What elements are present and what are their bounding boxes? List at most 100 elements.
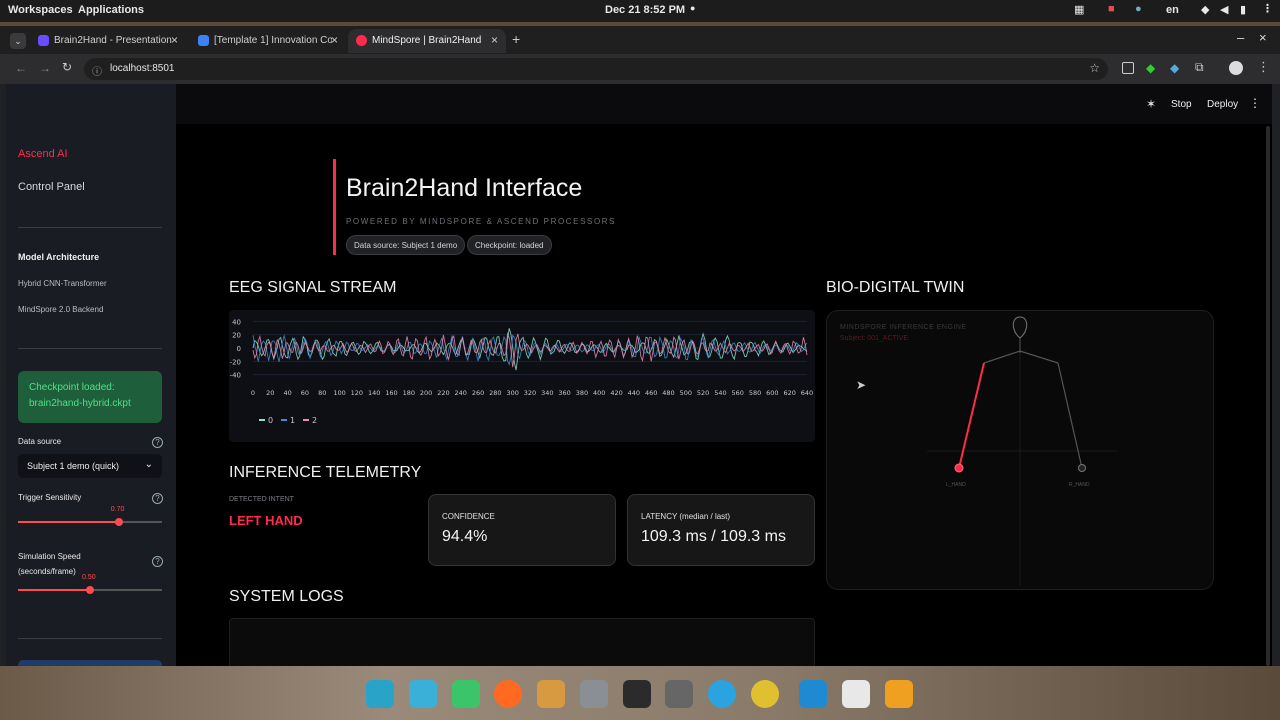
legend-label: 0 xyxy=(268,416,273,425)
close-icon[interactable]: × xyxy=(491,33,498,47)
eeg-line-chart[interactable]: 40200-20-400 20 40 60 80 100 120 140 160 180 200 22… xyxy=(229,310,815,442)
telegram-icon[interactable] xyxy=(708,680,736,708)
eeg-series-line xyxy=(252,331,808,368)
app-menu-icon[interactable]: ⋮ xyxy=(1249,96,1261,110)
x-tick-label: 620 xyxy=(783,389,795,397)
forward-icon[interactable]: → xyxy=(39,61,51,75)
wifi-icon[interactable]: ◆ xyxy=(1201,3,1209,16)
app-grid-icon[interactable] xyxy=(452,680,480,708)
document-viewer-icon[interactable] xyxy=(842,680,870,708)
right-hand-label: R_HAND xyxy=(1069,482,1090,488)
latency-value: 109.3 ms / 109.3 ms xyxy=(641,528,786,545)
page-subtitle: POWERED BY MINDSPORE & ASCEND PROCESSORS xyxy=(346,217,617,226)
eeg-chart-panel: 40 20 0 -20 -40 0 20 40 60 80 100 120 140 160 180 200 22… xyxy=(229,310,815,442)
x-tick-label: 440 xyxy=(628,389,640,397)
terminal-icon[interactable] xyxy=(623,680,651,708)
help-icon[interactable]: ? xyxy=(152,493,163,504)
x-tick-label: 600 xyxy=(766,389,778,397)
extensions-puzzle-icon[interactable]: ⧉ xyxy=(1195,60,1204,75)
twin-section-title: BIO-DIGITAL TWIN xyxy=(826,279,965,296)
x-tick-label: 420 xyxy=(610,389,622,397)
url-input[interactable]: ⓘ localhost:8501 ☆ xyxy=(84,58,1108,80)
x-tick-label: 560 xyxy=(732,389,744,397)
help-icon[interactable]: ? xyxy=(152,556,163,567)
logs-section-title: SYSTEM LOGS xyxy=(229,588,344,605)
browser-menu-icon[interactable]: ⋮ xyxy=(1257,59,1270,75)
x-tick-label: 0 xyxy=(251,389,255,397)
divider xyxy=(18,348,162,349)
extension-diamond-icon[interactable]: ◆ xyxy=(1170,61,1179,75)
x-tick-label: 180 xyxy=(403,389,415,397)
new-tab-icon[interactable]: + xyxy=(512,31,520,47)
tab-mindspore[interactable]: MindSpore | Brain2Hand × xyxy=(348,29,506,53)
minimize-icon[interactable]: – xyxy=(1237,30,1244,45)
workspaces-menu[interactable]: Workspaces xyxy=(8,4,73,16)
brand-label: Ascend AI xyxy=(18,148,68,160)
eeg-section-title: EEG SIGNAL STREAM xyxy=(229,279,397,296)
speed-slider-handle[interactable] xyxy=(86,586,94,594)
chrome-icon[interactable] xyxy=(751,680,779,708)
profile-avatar[interactable] xyxy=(1229,61,1243,75)
y-tick-label: -20 xyxy=(230,358,241,366)
close-icon[interactable]: × xyxy=(171,33,178,47)
browser-window: ⌄ Brain2Hand - Presentation × [Template … xyxy=(0,26,1280,666)
firefox-icon[interactable] xyxy=(494,680,522,708)
confidence-label: CONFIDENCE xyxy=(442,512,495,521)
page-scrollbar[interactable] xyxy=(1266,126,1270,666)
stop-button[interactable]: Stop xyxy=(1171,99,1192,110)
running-man-icon: ✶ xyxy=(1146,97,1157,111)
x-tick-label: 40 xyxy=(283,389,291,397)
tab-search-chevron-icon[interactable]: ⌄ xyxy=(10,33,26,49)
x-tick-label: 20 xyxy=(266,389,274,397)
x-tick-label: 240 xyxy=(455,389,467,397)
trigger-slider-handle[interactable] xyxy=(114,518,123,526)
divider xyxy=(18,638,162,639)
vpn-icon[interactable]: ● xyxy=(1135,3,1142,15)
search-app-icon[interactable] xyxy=(366,680,394,708)
help-icon[interactable]: ? xyxy=(152,437,163,448)
address-bar: ← → ↻ ⓘ localhost:8501 ☆ ◆ ◆ ⧉ ⋮ xyxy=(0,54,1280,84)
checkpoint-success-alert: Checkpoint loaded: brain2hand-hybrid.ckp… xyxy=(18,371,162,423)
tab-presentation[interactable]: Brain2Hand - Presentation × xyxy=(30,29,186,53)
software-store-icon[interactable] xyxy=(537,680,565,708)
desktop-dock xyxy=(0,666,1280,720)
power-menu-icon[interactable]: ⋮ xyxy=(1262,2,1273,15)
reload-icon[interactable]: ↻ xyxy=(62,60,72,74)
x-tick-label: 140 xyxy=(368,389,380,397)
camera-icon[interactable]: ■ xyxy=(1108,3,1115,15)
window-close-icon[interactable]: × xyxy=(1259,30,1267,45)
close-icon[interactable]: × xyxy=(331,33,338,47)
x-tick-label: 360 xyxy=(558,389,570,397)
speed-value: 0.50 xyxy=(82,574,96,581)
legend-label: 2 xyxy=(312,416,317,425)
x-tick-label: 400 xyxy=(593,389,605,397)
tab-template[interactable]: [Template 1] Innovation Con × xyxy=(190,29,346,53)
extension-shield-icon[interactable]: ◆ xyxy=(1146,61,1155,75)
applications-menu[interactable]: Applications xyxy=(78,4,144,16)
x-tick-label: 160 xyxy=(385,389,397,397)
detected-intent-value: LEFT HAND xyxy=(229,513,303,528)
window-list-icon[interactable]: ▦ xyxy=(1074,3,1084,16)
bookmark-star-icon[interactable]: ☆ xyxy=(1089,61,1100,75)
x-tick-label: 640 xyxy=(801,389,813,397)
language-indicator[interactable]: en xyxy=(1166,4,1179,16)
settings-gear-icon[interactable] xyxy=(665,680,693,708)
back-icon[interactable]: ← xyxy=(15,61,27,75)
deploy-button[interactable]: Deploy xyxy=(1207,99,1238,110)
site-info-icon[interactable]: ⓘ xyxy=(92,63,102,78)
battery-icon[interactable]: ▮ xyxy=(1240,3,1246,16)
clock[interactable]: Dec 21 8:52 PM xyxy=(605,4,685,16)
x-tick-label: 260 xyxy=(472,389,484,397)
extension-incognito-icon[interactable] xyxy=(1122,62,1134,74)
volume-icon[interactable]: ◀ xyxy=(1220,3,1228,16)
confidence-value: 94.4% xyxy=(442,528,488,545)
files-app-icon[interactable] xyxy=(409,680,437,708)
x-tick-label: 380 xyxy=(576,389,588,397)
file-manager-icon[interactable] xyxy=(580,680,608,708)
vscode-icon[interactable] xyxy=(799,680,827,708)
data-source-select[interactable]: Subject 1 demo (quick) ⌄ xyxy=(18,454,162,478)
office-icon[interactable] xyxy=(885,680,913,708)
y-tick-label: -40 xyxy=(230,372,241,380)
mouse-cursor-icon: ➤ xyxy=(856,378,867,392)
system-top-bar: Workspaces Applications Dec 21 8:52 PM ●… xyxy=(0,0,1280,22)
